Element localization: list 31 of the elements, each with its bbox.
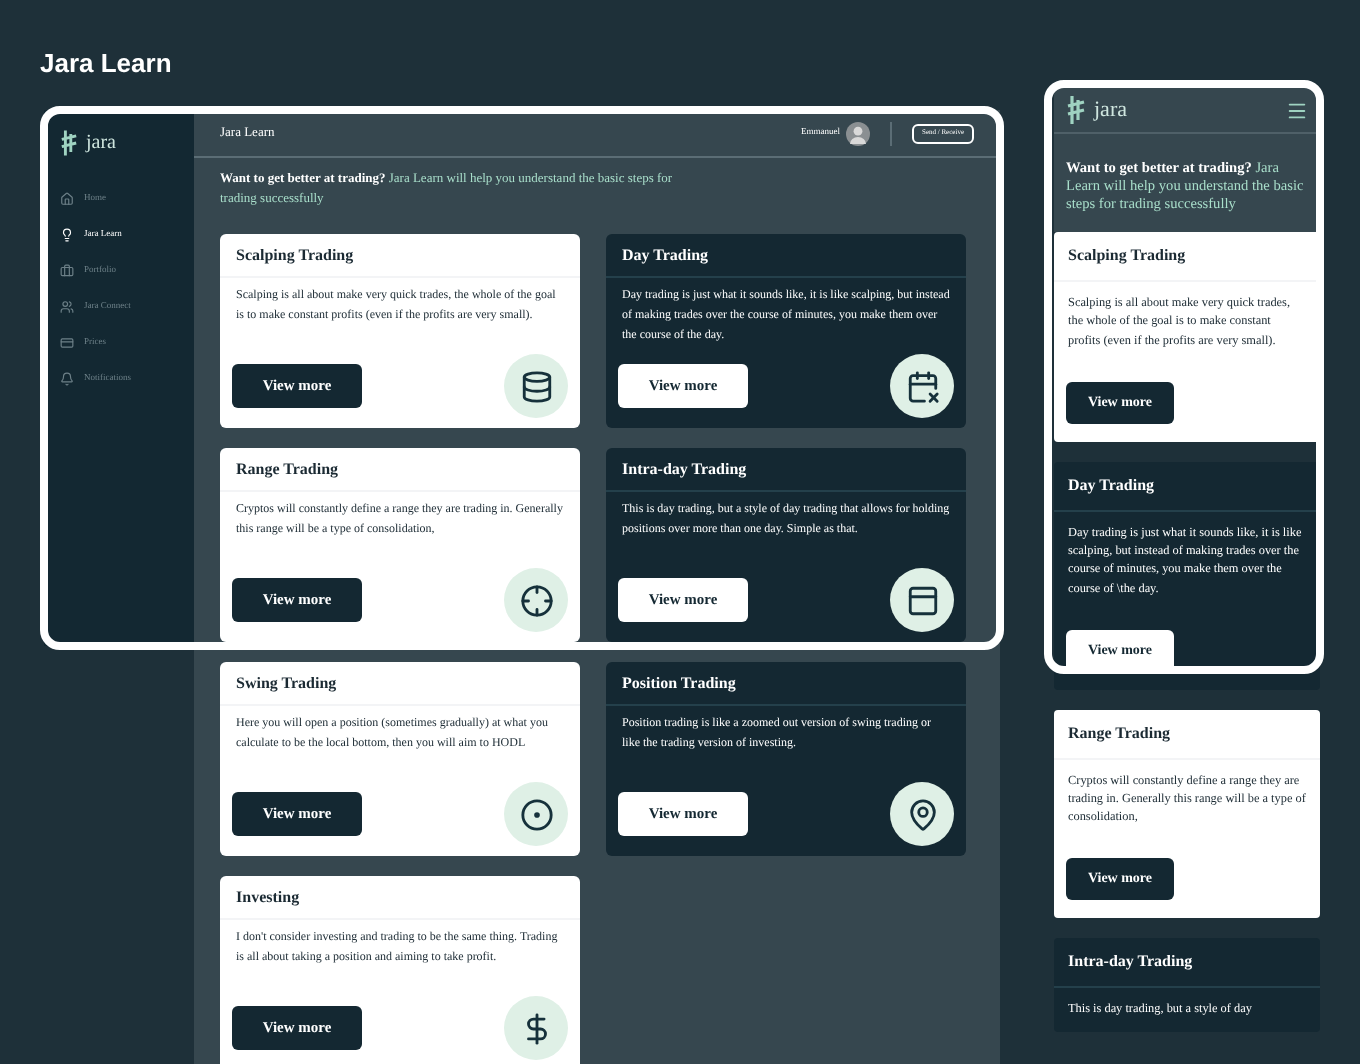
logo-text: jara <box>86 130 116 158</box>
card-title: Day Trading <box>606 234 966 278</box>
logo-icon <box>1066 96 1086 124</box>
page-title: Jara Learn <box>40 46 172 82</box>
card-title: Day Trading <box>1054 461 1320 512</box>
briefcase-icon <box>60 263 74 277</box>
map-pin-icon <box>890 782 954 846</box>
card-title: Scalping Trading <box>1054 232 1320 282</box>
bell-icon <box>60 371 74 385</box>
crosshair-icon <box>504 568 568 632</box>
calendar-icon <box>890 354 954 418</box>
card-title: Intra-day Trading <box>1054 938 1320 989</box>
users-icon <box>60 299 74 313</box>
avatar <box>846 121 870 145</box>
card-title: Range Trading <box>1054 709 1320 760</box>
target-icon <box>504 782 568 846</box>
menu-icon[interactable] <box>1286 99 1308 121</box>
card-title: Position Trading <box>606 662 966 706</box>
card-icon <box>60 335 74 349</box>
lightbulb-icon <box>60 227 74 241</box>
card-title: Investing <box>220 876 580 920</box>
logo-text: jara <box>1094 95 1127 126</box>
card-title: Intra-day Trading <box>606 448 966 492</box>
logo-icon <box>60 130 78 156</box>
card-title: Swing Trading <box>220 662 580 706</box>
database-icon <box>504 354 568 418</box>
window-icon <box>890 568 954 632</box>
card-title: Scalping Trading <box>220 234 580 278</box>
home-icon <box>60 191 74 205</box>
card-title: Range Trading <box>220 448 580 492</box>
dollar-icon <box>504 996 568 1060</box>
